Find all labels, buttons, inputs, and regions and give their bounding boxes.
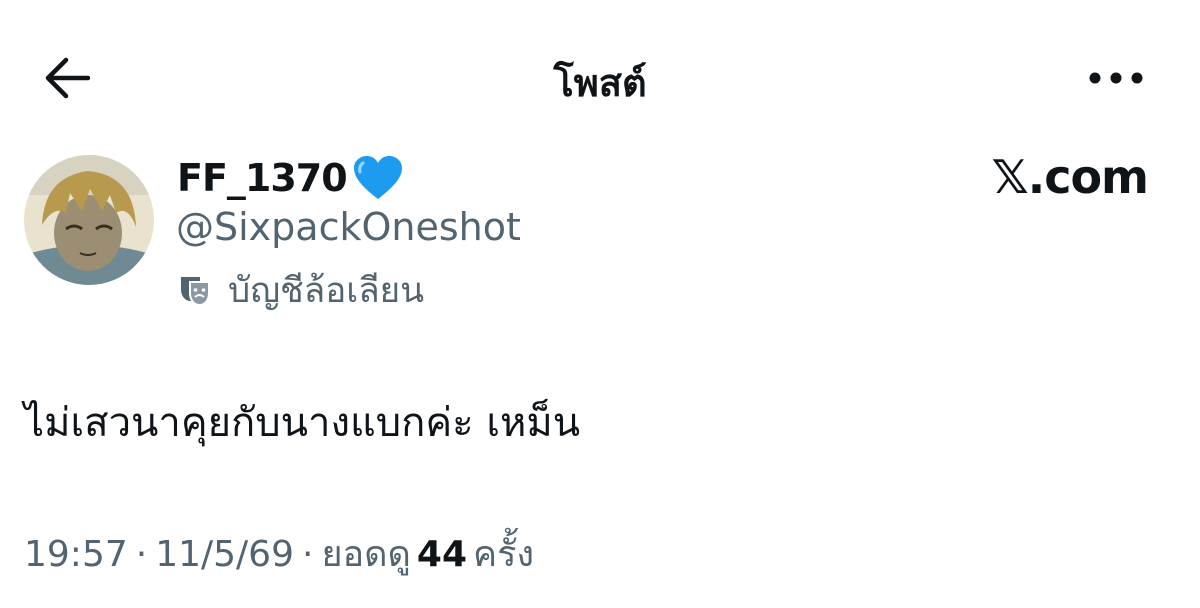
- post-time[interactable]: 19:57: [24, 534, 128, 575]
- meta-separator: ·: [301, 534, 314, 575]
- more-options-button[interactable]: [1080, 52, 1152, 104]
- blue-heart-icon: [353, 156, 402, 199]
- views-count: 44: [416, 534, 468, 575]
- display-name-text: FF_1370: [177, 156, 348, 200]
- account-label-text: บัญชีล้อเลียน: [228, 270, 425, 311]
- views-prefix: ยอดดู: [321, 534, 411, 575]
- avatar[interactable]: [24, 155, 154, 285]
- avatar-image: [24, 155, 154, 285]
- more-horizontal-icon: [1089, 72, 1143, 84]
- theater-mask-icon: [181, 277, 210, 307]
- views-suffix: ครั้ง: [473, 534, 535, 575]
- post-meta: 19:57 · 11/5/69 · ยอดดู 44 ครั้ง: [24, 525, 534, 582]
- x-com-watermark: 𝕏.com: [991, 150, 1149, 204]
- author-handle[interactable]: @SixpackOneshot: [176, 205, 521, 249]
- parody-account-label[interactable]: บัญชีล้อเลียน: [178, 266, 424, 314]
- top-bar: โพสต์: [0, 0, 1200, 150]
- post-text: ไม่เสวนาคุยกับนางแบกค่ะ เหม็น: [24, 400, 581, 446]
- page-title: โพสต์: [553, 61, 647, 105]
- meta-separator: ·: [135, 534, 148, 575]
- author-display-name[interactable]: FF_1370: [177, 153, 405, 203]
- post-date[interactable]: 11/5/69: [155, 534, 294, 575]
